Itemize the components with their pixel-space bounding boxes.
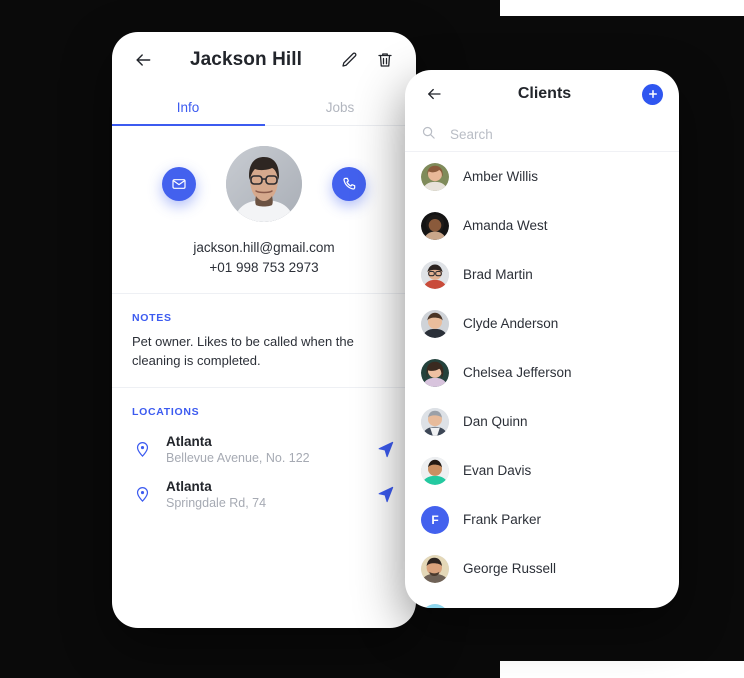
notes-body: Pet owner. Likes to be called when the c…: [132, 334, 354, 368]
client-name: Evan Davis: [463, 463, 532, 478]
location-address: Bellevue Avenue, No. 122: [166, 450, 310, 465]
list-item[interactable]: F Frank Parker: [405, 495, 679, 544]
list-item[interactable]: [405, 593, 679, 608]
avatar: [421, 358, 449, 387]
avatar: [421, 260, 449, 289]
client-detail-card: Jackson Hill Info Jobs jackson.hill@gmai…: [112, 32, 416, 628]
email-action-button[interactable]: [162, 167, 196, 201]
avatar: [421, 407, 449, 436]
avatar: [421, 554, 449, 583]
locations-section: LOCATIONS Atlanta Bellevue Avenue, No. 1…: [112, 388, 416, 533]
location-item[interactable]: Atlanta Bellevue Avenue, No. 122: [132, 427, 396, 472]
location-city: Atlanta: [166, 433, 212, 449]
client-list: Amber Willis Amanda West Brad Martin Cly…: [405, 152, 679, 608]
delete-button[interactable]: [372, 47, 398, 73]
search-icon: [421, 125, 436, 145]
client-name: Amber Willis: [463, 169, 539, 184]
tab-info[interactable]: Info: [112, 88, 264, 126]
phone-value[interactable]: +01 998 753 2973: [112, 260, 416, 275]
list-item[interactable]: Chelsea Jefferson: [405, 348, 679, 397]
map-pin-icon: [132, 439, 152, 459]
page-title: Jackson Hill: [189, 49, 303, 70]
list-item[interactable]: Brad Martin: [405, 250, 679, 299]
clients-list-card: Clients Search Amber Willis Amanda West …: [405, 70, 679, 608]
add-client-button[interactable]: [642, 83, 663, 105]
background-bleed-top: [500, 0, 744, 16]
navigate-icon[interactable]: [374, 440, 396, 459]
location-text: Atlanta Springdale Rd, 74: [166, 479, 360, 510]
edit-button[interactable]: [336, 47, 362, 73]
avatar: [421, 211, 449, 240]
screenshot-stage: Jackson Hill Info Jobs jackson.hill@gmai…: [0, 0, 744, 678]
location-text: Atlanta Bellevue Avenue, No. 122: [166, 434, 360, 465]
client-name: Frank Parker: [463, 512, 542, 527]
avatar: [421, 603, 449, 608]
client-name: Dan Quinn: [463, 414, 528, 429]
avatar: [421, 456, 449, 485]
map-pin-icon: [132, 484, 152, 504]
list-item[interactable]: George Russell: [405, 544, 679, 593]
client-name: Amanda West: [463, 218, 548, 233]
clients-title: Clients: [517, 85, 572, 102]
list-item[interactable]: Dan Quinn: [405, 397, 679, 446]
detail-tabs: Info Jobs: [112, 88, 416, 126]
navigate-icon[interactable]: [374, 485, 396, 504]
location-city: Atlanta: [166, 478, 212, 494]
location-item[interactable]: Atlanta Springdale Rd, 74: [132, 472, 396, 517]
location-address: Springdale Rd, 74: [166, 495, 267, 510]
avatar: [421, 309, 449, 338]
notes-label: NOTES: [132, 312, 172, 324]
client-name: Clyde Anderson: [463, 316, 559, 331]
search-bar[interactable]: [405, 118, 679, 152]
clients-header: Clients: [405, 70, 679, 118]
locations-label: LOCATIONS: [132, 405, 200, 418]
search-input[interactable]: [450, 127, 663, 142]
notes-section: NOTES Pet owner. Likes to be called when…: [112, 294, 416, 387]
avatar-initial: F: [421, 505, 449, 534]
call-action-button[interactable]: [332, 167, 366, 201]
contact-actions-row: [112, 146, 416, 222]
email-value[interactable]: jackson.hill@gmail.com: [112, 240, 416, 255]
background-bleed-bottom: [500, 661, 744, 678]
client-name: Brad Martin: [463, 267, 533, 282]
avatar: [226, 146, 302, 222]
avatar: [421, 162, 449, 191]
back-button[interactable]: [130, 47, 156, 73]
list-item[interactable]: Clyde Anderson: [405, 299, 679, 348]
list-item[interactable]: Amber Willis: [405, 152, 679, 201]
client-name: Chelsea Jefferson: [463, 365, 572, 380]
list-item[interactable]: Evan Davis: [405, 446, 679, 495]
contact-block: jackson.hill@gmail.com +01 998 753 2973: [112, 126, 416, 293]
client-name: George Russell: [463, 561, 557, 576]
contact-details: jackson.hill@gmail.com +01 998 753 2973: [112, 240, 416, 275]
detail-header: Jackson Hill: [112, 32, 416, 88]
tab-active-indicator: [112, 123, 265, 126]
tab-jobs[interactable]: Jobs: [264, 88, 416, 126]
list-item[interactable]: Amanda West: [405, 201, 679, 250]
back-button[interactable]: [421, 81, 447, 107]
